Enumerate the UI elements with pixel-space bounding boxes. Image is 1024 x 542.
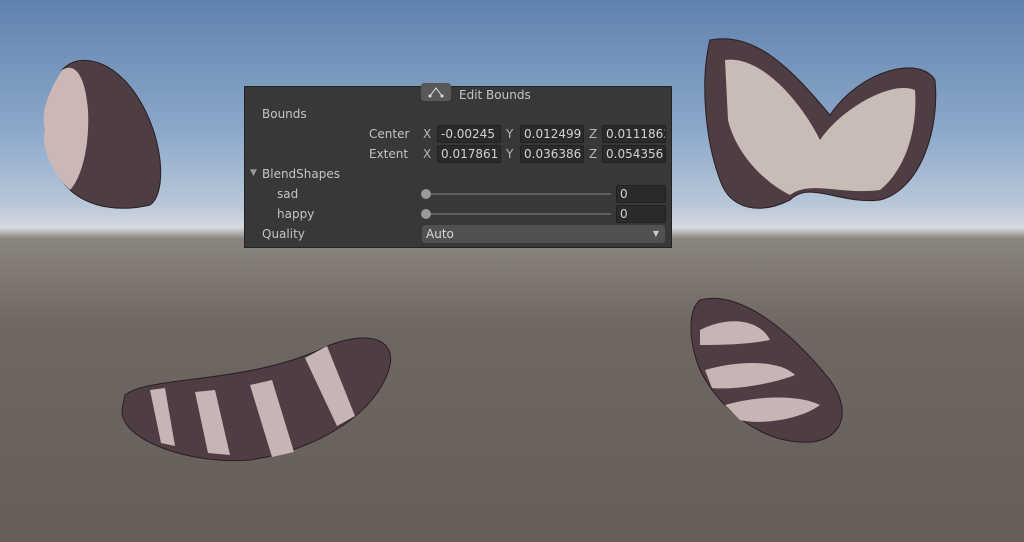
foldout-arrow-icon[interactable]: ▼ [250,168,257,178]
blendshape-happy-slider-thumb[interactable] [421,209,431,219]
blendshape-happy-slider[interactable] [425,213,611,215]
edit-bounds-icon [428,87,444,98]
extent-label: Extent [369,147,409,161]
quality-label: Quality [262,227,305,241]
center-y-field[interactable]: 0.012499 [520,125,584,143]
center-label: Center [369,127,410,141]
center-z-label: Z [589,127,598,141]
extent-x-label: X [423,147,432,161]
blendshape-happy-label: happy [277,207,315,221]
extent-z-label: Z [589,147,598,161]
center-x-field[interactable]: -0.00245 [437,125,501,143]
blendshape-sad-label: sad [277,187,299,201]
extent-z-field[interactable]: 0.054356 [602,145,666,163]
center-z-field[interactable]: 0.0111863 [602,125,666,143]
edit-bounds-button[interactable] [421,83,451,101]
blendshape-sad-slider-thumb[interactable] [421,189,431,199]
bounds-label: Bounds [262,107,307,121]
edit-bounds-label: Edit Bounds [459,88,531,102]
extent-x-field[interactable]: 0.017861 [437,145,501,163]
chevron-down-icon: ▼ [652,229,659,238]
right-ear-model[interactable] [704,38,937,209]
quality-dropdown[interactable]: Auto ▼ [422,225,665,243]
center-x-label: X [423,127,432,141]
center-y-label: Y [506,127,514,141]
extent-y-label: Y [506,147,514,161]
blendshape-sad-value[interactable]: 0 [616,185,666,203]
quality-value: Auto [426,227,454,241]
left-ear-model [43,59,162,209]
extent-y-field[interactable]: 0.036386 [520,145,584,163]
scene-viewport[interactable] [0,0,1024,542]
right-tail-model [690,298,843,443]
blendshape-sad-slider[interactable] [425,193,611,195]
left-tail-model [121,337,392,462]
blendshapes-foldout[interactable]: BlendShapes [262,167,340,181]
inspector-panel: Edit Bounds Bounds Center X -0.00245 Y 0… [244,83,672,248]
blendshape-happy-value[interactable]: 0 [616,205,666,223]
